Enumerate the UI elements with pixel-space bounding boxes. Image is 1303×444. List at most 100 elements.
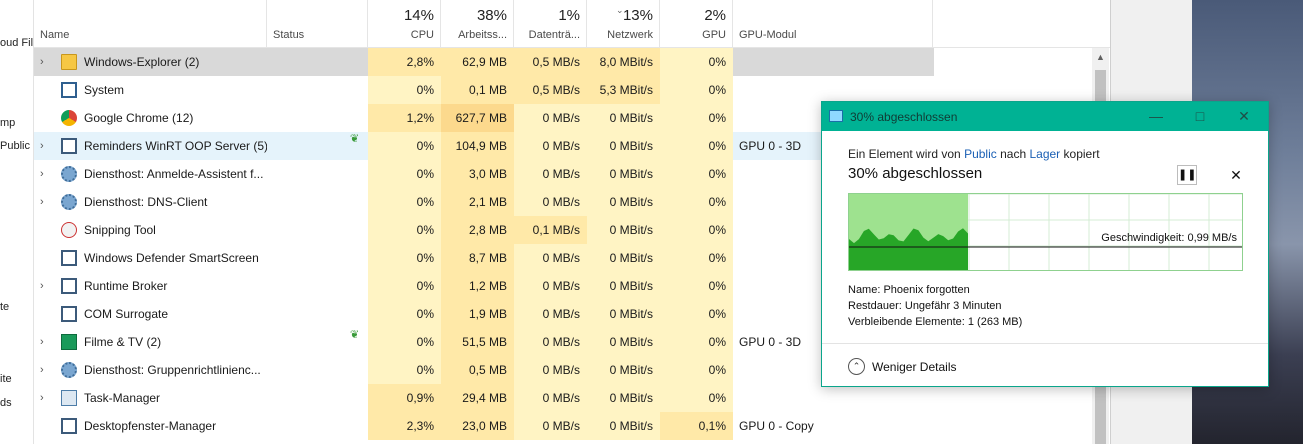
cell-mem: 627,7 MB [441,104,514,132]
column-header-gpu-module[interactable]: GPU-Modul [733,0,933,48]
remaining-time-value: Ungefähr 3 Minuten [904,300,1002,312]
expand-chevron-icon[interactable]: › [40,272,44,300]
cell-mem: 8,7 MB [441,244,514,272]
process-name: COM Surrogate [84,307,169,321]
expand-chevron-icon[interactable]: › [40,356,44,384]
expand-chevron-icon[interactable]: › [40,384,44,412]
table-row[interactable]: Windows Defender SmartScreen 0% 8,7 MB 0 MB… [34,244,934,272]
column-label: Name [40,29,70,41]
column-header-network[interactable]: ⌄ 13% Netzwerk [587,0,660,48]
cell-gpu: 0% [660,244,733,272]
gear-icon [61,362,77,378]
expand-chevron-icon[interactable]: › [40,48,44,76]
table-row[interactable]: › Task-Manager 0,9% 29,4 MB 0 MB/s 0 MBit/s 0% [34,384,934,412]
gear-icon [61,166,77,182]
table-row[interactable]: › Windows-Explorer (2) 2,8% 62,9 MB 0,5 MB/s… [34,48,934,76]
cancel-copy-button[interactable]: ✕ [1226,165,1246,185]
process-name: Diensthost: DNS-Client [84,195,208,209]
expand-chevron-icon[interactable]: › [40,160,44,188]
table-row[interactable]: › Reminders WinRT OOP Server (5) ❦ 0% 104,9 … [34,132,934,160]
chrome-icon [61,110,77,126]
process-name-cell: Google Chrome (12) [34,104,267,132]
cell-net: 0 MBit/s [587,160,660,188]
expand-chevron-icon[interactable]: › [40,328,44,356]
nav-item[interactable]: ite [0,373,12,385]
column-header-memory[interactable]: 38% Arbeitss... [441,0,514,48]
less-details-button[interactable]: Weniger Details [872,360,956,374]
table-row[interactable]: Google Chrome (12) 1,2% 627,7 MB 0 MB/s 0 MB… [34,104,934,132]
source-link[interactable]: Public [964,147,997,161]
nav-item[interactable]: oud Fil [0,37,33,49]
expand-chevron-icon[interactable]: › [40,132,44,160]
task-manager-icon [61,390,77,406]
process-name: System [84,83,125,97]
pause-button[interactable]: ❚❚ [1177,165,1197,185]
cell-cpu: 0,9% [368,384,441,412]
system-icon [61,82,77,98]
cell-gpu: 0% [660,48,733,76]
table-row[interactable]: Snipping Tool 0% 2,8 MB 0,1 MB/s 0 MBit/s 0% [34,216,934,244]
cell-gpu: 0% [660,272,733,300]
process-name-cell: › Runtime Broker [34,272,267,300]
nav-item[interactable]: mp [0,117,15,129]
cell-cpu: 0% [368,300,441,328]
column-header-status[interactable]: Status [267,0,368,48]
app-window-icon [61,138,77,154]
cell-mem: 29,4 MB [441,384,514,412]
close-button[interactable]: ✕ [1222,106,1266,126]
cell-gpu: 0% [660,104,733,132]
cell-gpu: 0% [660,132,733,160]
cell-mem: 2,8 MB [441,216,514,244]
minimize-button[interactable]: — [1134,106,1178,126]
table-row[interactable]: COM Surrogate 0% 1,9 MB 0 MB/s 0 MBit/s 0% [34,300,934,328]
table-row[interactable]: System 0% 0,1 MB 0,5 MB/s 5,3 MBit/s 0% [34,76,934,104]
remaining-time-line: Restdauer: Ungefähr 3 Minuten [848,300,1002,312]
cell-mem: 0,5 MB [441,356,514,384]
column-header-name[interactable]: Name [34,0,267,48]
process-name: Reminders WinRT OOP Server (5) [84,139,267,153]
app-window-icon [61,278,77,294]
collapse-chevron-up-icon[interactable]: ⌃ [848,358,865,375]
column-label: GPU-Modul [739,29,797,41]
table-row[interactable]: › Diensthost: Anmelde-Assistent f... 0% 3,0… [34,160,934,188]
table-row[interactable]: Desktopfenster-Manager 2,3% 23,0 MB 0 MB/s 0… [34,412,934,440]
cell-disk: 0 MB/s [514,356,587,384]
cell-cpu: 2,3% [368,412,441,440]
cell-cpu: 0% [368,272,441,300]
column-header-cpu[interactable]: 14% CPU [368,0,441,48]
dialog-title-bar[interactable]: 30% abgeschlossen — □ ✕ [822,102,1268,131]
cell-cpu: 0% [368,160,441,188]
nav-item[interactable]: te [0,301,9,313]
maximize-button[interactable]: □ [1178,106,1222,126]
cell-gpu: 0% [660,216,733,244]
copy-progress-dialog: 30% abgeschlossen — □ ✕ Ein Element wird… [821,101,1269,387]
cell-cpu: 1,2% [368,104,441,132]
nav-item[interactable]: Public [0,140,30,152]
nav-item[interactable]: ds [0,397,12,409]
cell-cpu: 2,8% [368,48,441,76]
table-row[interactable]: › Filme & TV (2) ❦ 0% 51,5 MB 0 MB/s 0 MBit/s 0… [34,328,934,356]
cell-mem: 1,9 MB [441,300,514,328]
cell-cpu: 0% [368,356,441,384]
column-header-gpu[interactable]: 2% GPU [660,0,733,48]
cell-gpu: 0% [660,356,733,384]
cell-net: 0 MBit/s [587,272,660,300]
table-row[interactable]: › Diensthost: DNS-Client 0% 2,1 MB 0 MB/s 0 M… [34,188,934,216]
cell-net: 0 MBit/s [587,328,660,356]
process-name: Windows-Explorer (2) [84,55,200,69]
cell-disk: 0 MB/s [514,104,587,132]
process-name-cell: › Diensthost: Gruppenrichtlinienc... [34,356,267,384]
destination-link[interactable]: Lager [1029,147,1060,161]
cell-disk: 0 MB/s [514,160,587,188]
table-row[interactable]: › Runtime Broker 0% 1,2 MB 0 MB/s 0 MBit/s 0% [34,272,934,300]
cell-gpu: 0% [660,300,733,328]
dialog-body: Ein Element wird von Public nach Lager k… [822,131,1268,343]
column-header-disk[interactable]: 1% Datenträ... [514,0,587,48]
cell-mem: 62,9 MB [441,48,514,76]
scroll-up-arrow-icon[interactable]: ▲ [1096,52,1105,62]
cell-gpu-module: GPU 0 - Copy [739,419,814,433]
table-row[interactable]: › Diensthost: Gruppenrichtlinienc... 0% 0,5… [34,356,934,384]
film-icon [61,334,77,350]
snipping-tool-icon [61,222,77,238]
expand-chevron-icon[interactable]: › [40,188,44,216]
